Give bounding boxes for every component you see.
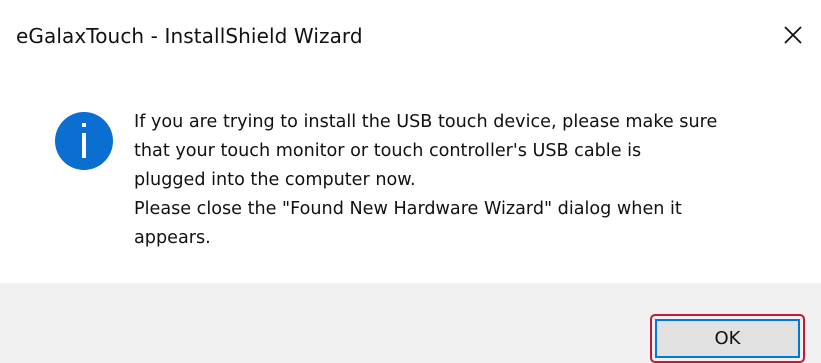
installshield-dialog: eGalaxTouch - InstallShield Wizard If yo…	[0, 14, 821, 363]
title-bar: eGalaxTouch - InstallShield Wizard	[0, 14, 821, 56]
ok-button-highlight: OK	[650, 314, 805, 363]
window-title: eGalaxTouch - InstallShield Wizard	[16, 24, 363, 48]
ok-button[interactable]: OK	[655, 319, 800, 358]
background-strip	[0, 0, 821, 14]
close-button[interactable]	[765, 14, 821, 56]
button-bar: OK	[0, 283, 821, 363]
info-icon	[55, 112, 113, 170]
close-icon	[784, 26, 802, 44]
message-text: If you are trying to install the USB tou…	[134, 112, 718, 248]
message-area: If you are trying to install the USB tou…	[0, 56, 821, 283]
